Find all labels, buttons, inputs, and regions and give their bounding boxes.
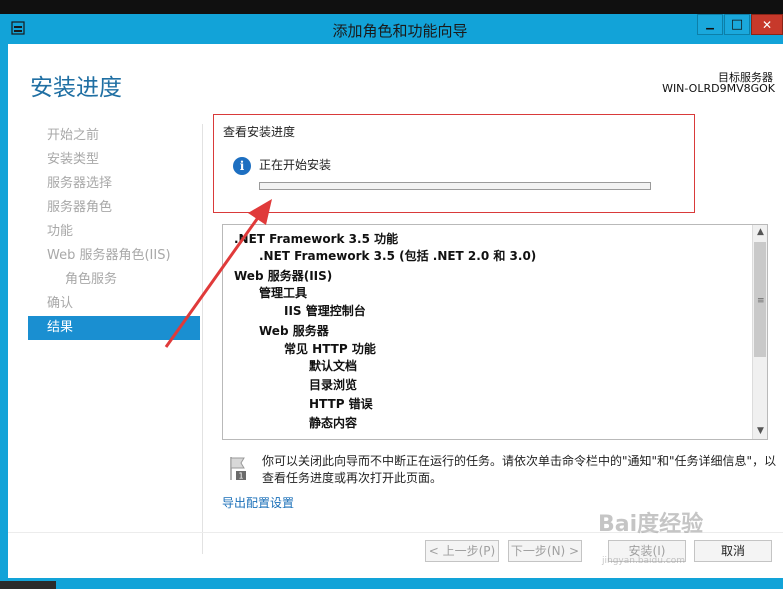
watermark-url: jingyan.baidu.com [602,556,686,566]
close-icon: ✕ [761,17,773,32]
nav-step-1[interactable]: 安装类型 [28,148,200,172]
scroll-down-icon[interactable]: ▼ [753,424,767,439]
notification-badge: 1 [238,472,243,481]
nav-divider [202,124,203,554]
previous-button[interactable]: < 上一步(P) [425,540,499,562]
bottom-strip-dark [0,581,56,589]
wizard-window: 添加角色和功能向导 ▁ □ ✕ 安装进度 目标服务器 WIN-OLRD9MV8G… [0,0,783,589]
export-config-link[interactable]: 导出配置设置 [222,494,294,511]
nav-step-4[interactable]: 功能 [28,220,200,244]
maximize-button[interactable]: □ [724,14,750,35]
install-progress-panel: 查看安装进度 i 正在开始安装 [213,114,695,213]
feature-item: Web 服务器 [259,324,329,338]
nav-step-3[interactable]: 服务器角色 [28,196,200,220]
wizard-client-area: 安装进度 目标服务器 WIN-OLRD9MV8GOK 开始之前 安装类型 服务器选择… [8,44,783,578]
nav-step-5[interactable]: Web 服务器角色(IIS) [28,244,200,268]
title-bar[interactable]: 添加角色和功能向导 ▁ □ ✕ [0,14,783,44]
minimize-button[interactable]: ▁ [697,14,723,35]
scroll-thumb[interactable]: ≡ [754,242,766,357]
bottom-strip [0,578,783,589]
feature-item: 目录浏览 [309,378,358,392]
info-icon: i [233,157,251,175]
nav-step-2[interactable]: 服务器选择 [28,172,200,196]
maximize-icon: □ [730,17,744,32]
page-title: 安装进度 [30,75,122,101]
scroll-up-icon[interactable]: ▲ [753,225,767,240]
scroll-grip-icon: ≡ [757,296,765,306]
feature-item: 常见 HTTP 功能 [284,342,376,356]
feature-item: 管理工具 [259,286,308,300]
target-server-name: WIN-OLRD9MV8GOK [662,82,775,95]
window-title: 添加角色和功能向导 [332,22,468,40]
feature-item: Web 服务器(IIS) [234,269,333,283]
notification-flag-icon: 1 [230,457,246,481]
nav-step-7[interactable]: 确认 [28,292,200,316]
feature-item: .NET Framework 3.5 (包括 .NET 2.0 和 3.0) [259,249,537,263]
install-progress-bar [259,182,651,190]
feature-item: 静态内容 [309,416,358,430]
nav-step-6[interactable]: 角色服务 [28,268,200,292]
feature-item: 默认文档 [309,359,358,373]
feature-list[interactable]: .NET Framework 3.5 功能 .NET Framework 3.5 … [222,224,768,440]
feature-item: .NET Framework 3.5 功能 [234,232,399,246]
close-button[interactable]: ✕ [751,14,783,35]
next-button[interactable]: 下一步(N) > [508,540,582,562]
top-strip [0,0,783,14]
progress-section-title: 查看安装进度 [223,125,296,139]
feature-item: HTTP 错误 [309,397,373,411]
feature-list-content: .NET Framework 3.5 功能 .NET Framework 3.5 … [223,225,753,439]
nav-step-8[interactable]: 结果 [28,316,200,340]
feature-item: IIS 管理控制台 [284,304,366,318]
minimize-icon: ▁ [706,19,714,30]
close-wizard-note: 你可以关闭此向导而不中断正在运行的任务。请依次单击命令栏中的"通知"和"任务详细… [262,454,777,485]
cancel-button[interactable]: 取消 [694,540,772,562]
install-status-text: 正在开始安装 [259,158,332,172]
feature-list-scrollbar[interactable]: ▲ ≡ ▼ [752,225,767,439]
nav-step-0[interactable]: 开始之前 [28,124,200,148]
wizard-steps-nav: 开始之前 安装类型 服务器选择 服务器角色 功能 Web 服务器角色(IIS) 角色服务 确认… [28,124,200,340]
watermark-logo: Bai度经验 [598,512,704,537]
